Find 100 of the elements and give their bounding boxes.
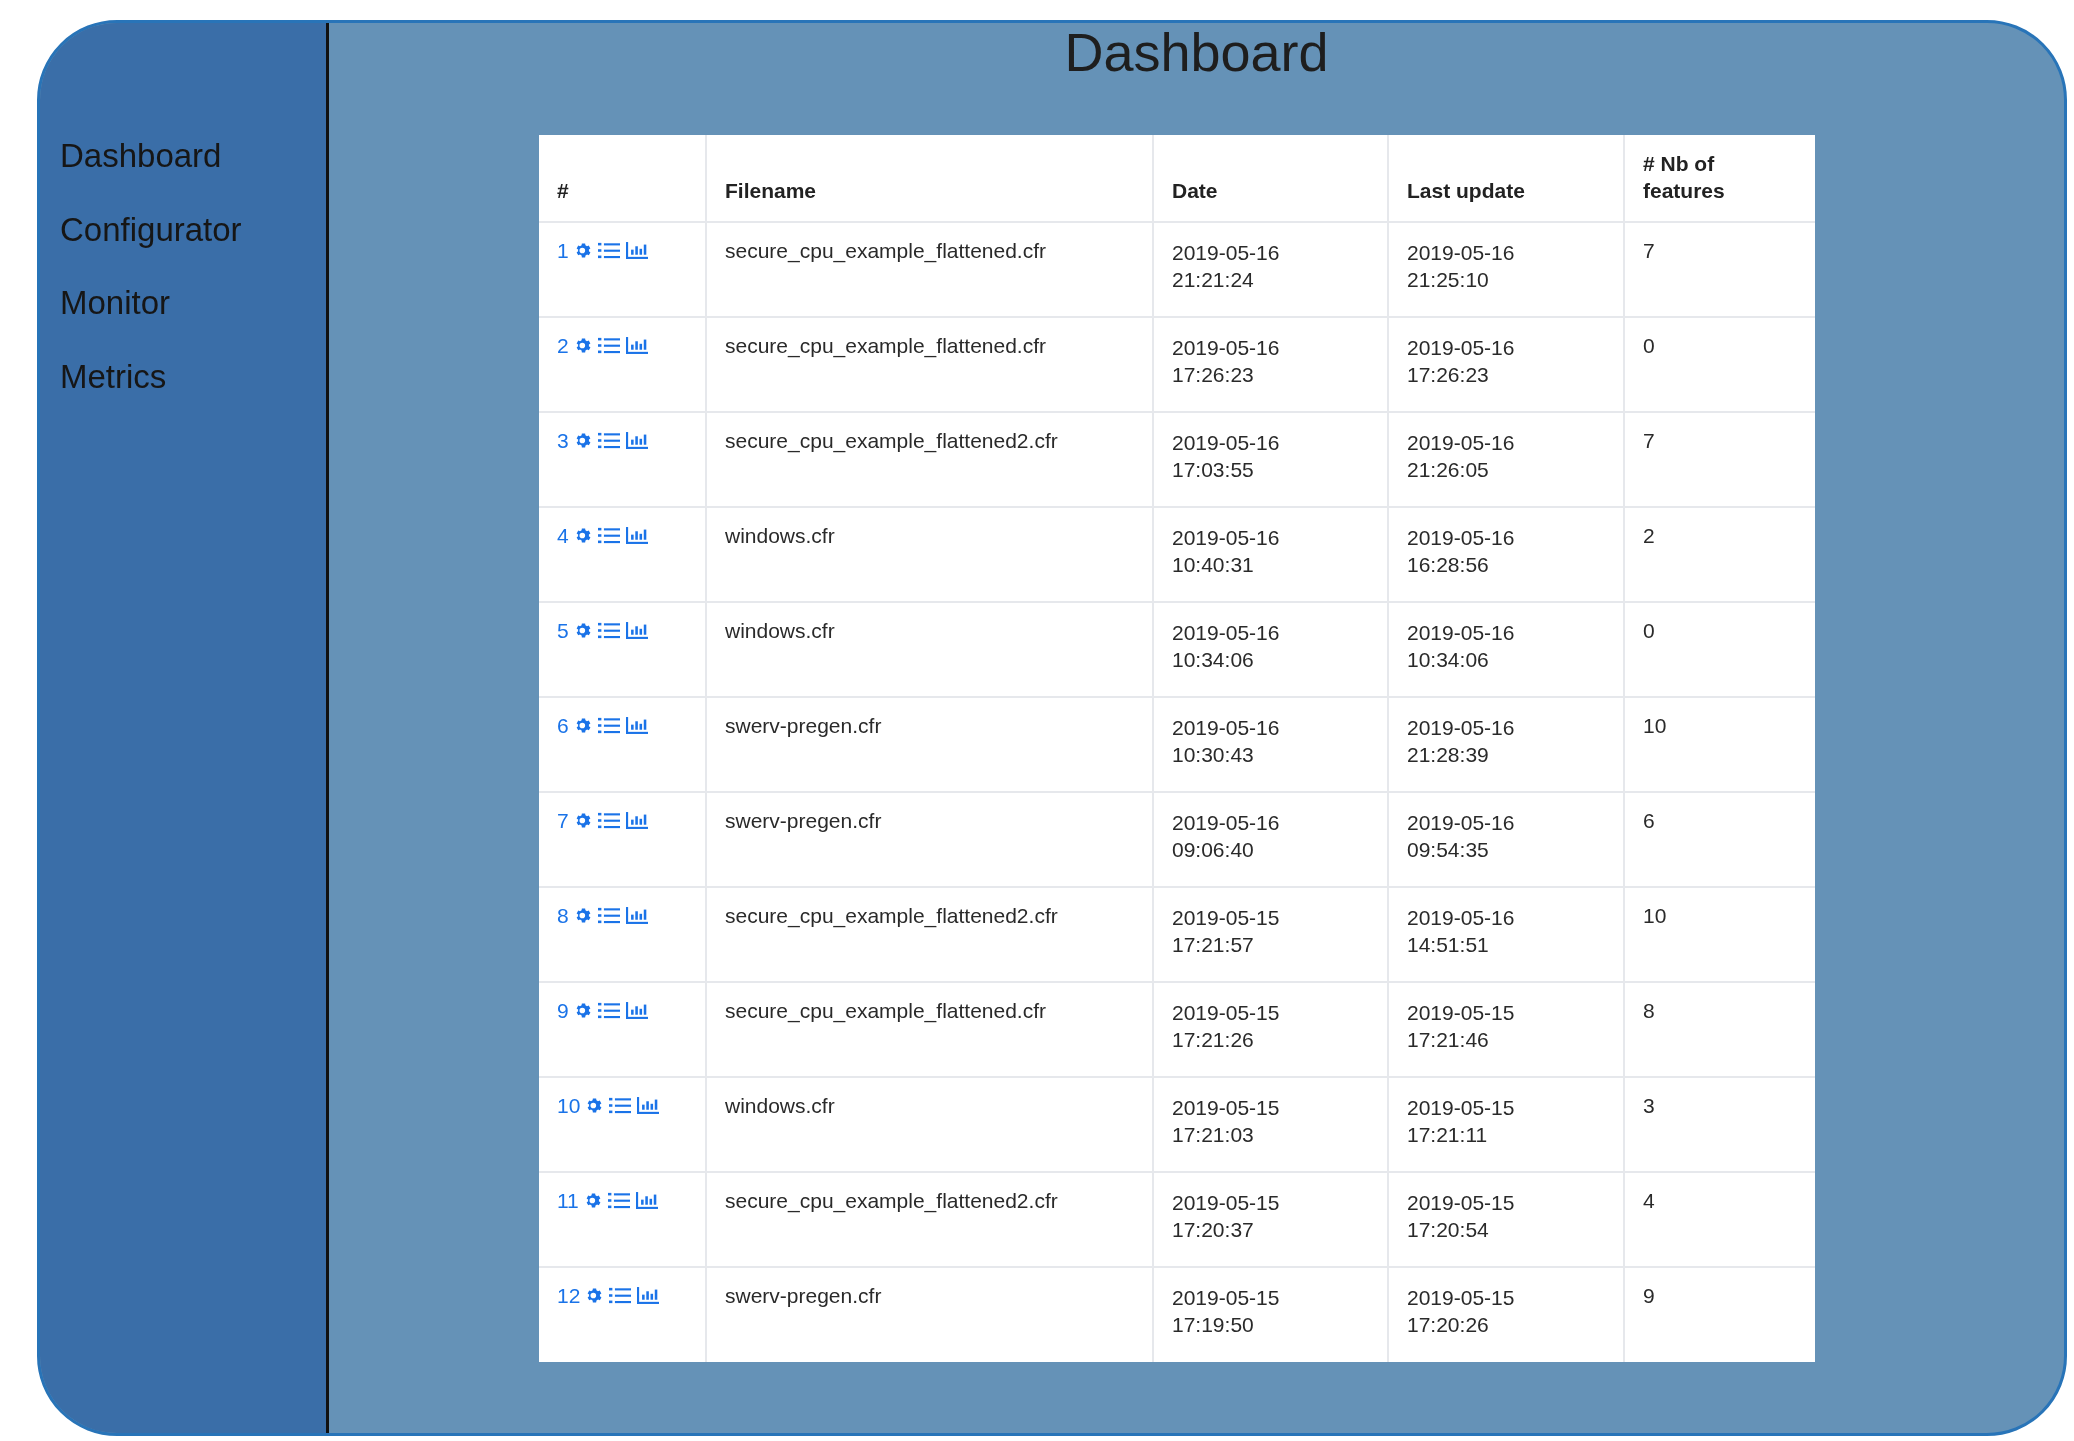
bar-chart-icon[interactable] xyxy=(625,622,648,640)
last-update-cell-text: 2019-05-16 21:28:39 xyxy=(1407,714,1515,768)
feature-count-cell: 2 xyxy=(1643,523,1655,547)
gear-icon[interactable] xyxy=(574,622,592,640)
bar-chart-icon[interactable] xyxy=(625,527,648,545)
date-cell-text: 2019-05-16 17:03:55 xyxy=(1172,429,1280,483)
date-cell-text: 2019-05-16 17:26:23 xyxy=(1172,334,1280,388)
gear-icon[interactable] xyxy=(586,1097,604,1115)
filename-cell: secure_cpu_example_flattened2.cfr xyxy=(725,1188,1058,1212)
row-number-link[interactable]: 7 xyxy=(557,808,569,833)
filename-cell: secure_cpu_example_flattened2.cfr xyxy=(725,903,1058,927)
column-header: Filename xyxy=(725,178,817,205)
date-cell-text: 2019-05-16 21:21:24 xyxy=(1172,239,1280,293)
last-update-cell-text: 2019-05-16 17:26:23 xyxy=(1407,334,1515,388)
gear-icon[interactable] xyxy=(584,1192,602,1210)
row-number-link[interactable]: 8 xyxy=(557,903,569,928)
checklist-icon[interactable] xyxy=(597,432,620,450)
last-update-cell-text: 2019-05-15 17:20:26 xyxy=(1407,1284,1515,1338)
gear-icon[interactable] xyxy=(574,337,592,355)
row-number-link[interactable]: 1 xyxy=(557,238,569,263)
last-update-cell-text: 2019-05-15 17:21:46 xyxy=(1407,999,1515,1053)
checklist-icon[interactable] xyxy=(597,622,620,640)
checklist-icon[interactable] xyxy=(597,717,620,735)
checklist-icon[interactable] xyxy=(609,1097,632,1115)
row-number-link[interactable]: 12 xyxy=(557,1283,581,1308)
bar-chart-icon[interactable] xyxy=(625,432,648,450)
checklist-icon[interactable] xyxy=(597,812,620,830)
gear-icon[interactable] xyxy=(574,907,592,925)
sidebar-item[interactable]: Configurator xyxy=(60,211,242,285)
checklist-icon[interactable] xyxy=(597,337,620,355)
filename-cell: windows.cfr xyxy=(725,618,835,642)
date-cell-text: 2019-05-15 17:19:50 xyxy=(1172,1284,1280,1338)
row-number-link[interactable]: 6 xyxy=(557,713,569,738)
column-header: # Nb of features xyxy=(1643,151,1726,205)
gear-icon[interactable] xyxy=(574,432,592,450)
filename-cell: swerv-pregen.cfr xyxy=(725,808,882,832)
last-update-cell-text: 2019-05-15 17:21:11 xyxy=(1407,1094,1515,1148)
bar-chart-icon[interactable] xyxy=(625,717,648,735)
bar-chart-icon[interactable] xyxy=(637,1097,660,1115)
checklist-icon[interactable] xyxy=(597,242,620,260)
gear-icon[interactable] xyxy=(574,1002,592,1020)
filename-cell: swerv-pregen.cfr xyxy=(725,713,882,737)
sidebar-item[interactable]: Dashboard xyxy=(60,138,222,212)
feature-count-cell: 9 xyxy=(1643,1283,1655,1307)
feature-count-cell: 7 xyxy=(1643,428,1655,452)
bar-chart-icon[interactable] xyxy=(625,907,648,925)
date-cell-text: 2019-05-15 17:21:57 xyxy=(1172,904,1280,958)
checklist-icon[interactable] xyxy=(597,527,620,545)
feature-count-cell: 8 xyxy=(1643,998,1655,1022)
gear-icon[interactable] xyxy=(574,717,592,735)
row-number-link[interactable]: 3 xyxy=(557,428,569,453)
sidebar-item[interactable]: Metrics xyxy=(60,358,167,432)
checklist-icon[interactable] xyxy=(597,907,620,925)
checklist-icon[interactable] xyxy=(597,1002,620,1020)
gear-icon[interactable] xyxy=(574,812,592,830)
bar-chart-icon[interactable] xyxy=(625,812,648,830)
row-number-link[interactable]: 11 xyxy=(557,1188,579,1213)
row-number-link[interactable]: 10 xyxy=(557,1093,581,1118)
column-header: Last update xyxy=(1407,178,1525,205)
page-title: Dashboard xyxy=(1064,23,1329,84)
gear-icon[interactable] xyxy=(574,527,592,545)
row-number-link[interactable]: 2 xyxy=(557,333,569,358)
row-number-link[interactable]: 4 xyxy=(557,523,569,548)
gear-icon[interactable] xyxy=(586,1287,604,1305)
last-update-cell-text: 2019-05-16 10:34:06 xyxy=(1407,619,1515,673)
date-cell-text: 2019-05-16 10:40:31 xyxy=(1172,524,1280,578)
last-update-cell-text: 2019-05-16 21:26:05 xyxy=(1407,429,1515,483)
feature-count-cell: 0 xyxy=(1643,333,1655,357)
bar-chart-icon[interactable] xyxy=(625,1002,648,1020)
sidebar-item[interactable]: Monitor xyxy=(60,285,171,359)
date-cell-text: 2019-05-16 10:30:43 xyxy=(1172,714,1280,768)
row-number-link[interactable]: 9 xyxy=(557,998,569,1023)
filename-cell: swerv-pregen.cfr xyxy=(725,1283,882,1307)
date-cell-text: 2019-05-16 10:34:06 xyxy=(1172,619,1280,673)
bar-chart-icon[interactable] xyxy=(625,337,648,355)
filename-cell: windows.cfr xyxy=(725,1093,835,1117)
filename-cell: secure_cpu_example_flattened.cfr xyxy=(725,998,1047,1022)
date-cell-text: 2019-05-16 09:06:40 xyxy=(1172,809,1280,863)
last-update-cell-text: 2019-05-15 17:20:54 xyxy=(1407,1189,1515,1243)
checklist-icon[interactable] xyxy=(609,1287,632,1305)
feature-count-cell: 4 xyxy=(1643,1188,1655,1212)
bar-chart-icon[interactable] xyxy=(637,1287,660,1305)
column-header: # xyxy=(557,178,569,205)
last-update-cell-text: 2019-05-16 16:28:56 xyxy=(1407,524,1515,578)
bar-chart-icon[interactable] xyxy=(635,1192,658,1210)
feature-count-cell: 6 xyxy=(1643,808,1655,832)
feature-count-cell: 7 xyxy=(1643,238,1655,262)
gear-icon[interactable] xyxy=(574,242,592,260)
last-update-cell-text: 2019-05-16 14:51:51 xyxy=(1407,904,1515,958)
bar-chart-icon[interactable] xyxy=(625,242,648,260)
feature-count-cell: 3 xyxy=(1643,1093,1655,1117)
last-update-cell-text: 2019-05-16 09:54:35 xyxy=(1407,809,1515,863)
checklist-icon[interactable] xyxy=(607,1192,630,1210)
date-cell-text: 2019-05-15 17:21:26 xyxy=(1172,999,1280,1053)
row-number-link[interactable]: 5 xyxy=(557,618,569,643)
feature-count-cell: 0 xyxy=(1643,618,1655,642)
filename-cell: windows.cfr xyxy=(725,523,835,547)
date-cell-text: 2019-05-15 17:21:03 xyxy=(1172,1094,1280,1148)
feature-count-cell: 10 xyxy=(1643,903,1667,927)
filename-cell: secure_cpu_example_flattened2.cfr xyxy=(725,428,1058,452)
